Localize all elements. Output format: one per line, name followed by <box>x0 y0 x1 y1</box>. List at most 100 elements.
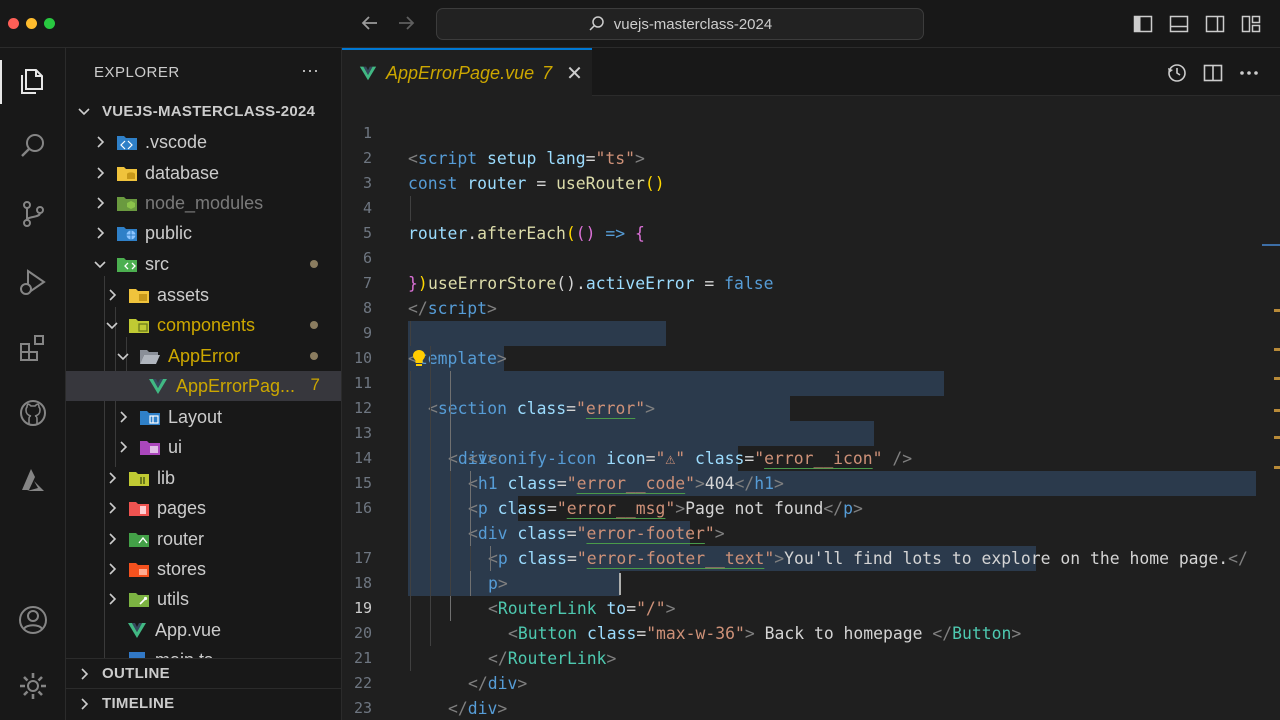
azure-icon[interactable] <box>15 462 51 498</box>
minimize-window-button[interactable] <box>26 18 37 29</box>
command-center-search[interactable]: vuejs-masterclass-2024 <box>436 8 924 40</box>
more-actions-icon[interactable]: ··· <box>301 60 319 81</box>
explorer-title: EXPLORER <box>94 64 180 81</box>
overview-ruler-mark <box>1274 466 1280 469</box>
close-window-button[interactable] <box>8 18 19 29</box>
code-editor[interactable]: 1 <script setup lang="ts"> 2 const route… <box>342 96 1280 720</box>
text-cursor <box>619 573 621 595</box>
tree-folder-vscode[interactable]: .vscode <box>66 127 341 157</box>
tree-folder-utils[interactable]: utils <box>66 584 341 614</box>
code-line: 9 <template> <box>362 324 507 368</box>
stores-folder-icon <box>129 563 149 577</box>
pages-folder-icon <box>129 502 149 516</box>
chevron-right-icon <box>115 439 131 455</box>
extensions-icon[interactable] <box>15 330 51 366</box>
chevron-right-icon <box>115 409 131 425</box>
tree-folder-router[interactable]: router <box>66 524 341 554</box>
zoom-window-button[interactable] <box>44 18 55 29</box>
chevron-right-icon <box>76 666 92 682</box>
vscode-folder-icon <box>117 136 137 150</box>
overview-ruler-mark <box>1274 309 1280 312</box>
tree-file-apperrorpage[interactable]: AppErrorPag... 7 <box>66 371 341 401</box>
chevron-down-icon <box>104 317 120 333</box>
chevron-down-icon <box>115 348 131 364</box>
code-line: 22 </section> <box>342 646 1280 692</box>
database-folder-icon <box>117 167 137 181</box>
problems-badge: 7 <box>310 375 320 394</box>
explorer-sidebar: EXPLORER ··· VUEJS-MASTERCLASS-2024 .vsc… <box>66 48 342 720</box>
code-line: 17 <RouterLink to="/"> <box>342 521 1280 618</box>
vue-file-icon <box>359 66 377 81</box>
source-control-icon[interactable] <box>15 196 51 232</box>
tree-folder-ui[interactable]: ui <box>66 432 341 462</box>
modified-dot <box>310 260 318 268</box>
timeline-history-icon[interactable] <box>1166 62 1188 84</box>
tree-folder-layout[interactable]: Layout <box>66 402 341 432</box>
explorer-icon[interactable] <box>15 63 51 99</box>
code-line-current: 19 </RouterLink> <box>342 571 1280 668</box>
code-line: 23 </template> <box>353 699 372 717</box>
code-line: 3 <box>362 174 372 192</box>
search-text: vuejs-masterclass-2024 <box>613 15 773 33</box>
close-icon[interactable]: ✕ <box>566 61 583 86</box>
node-folder-icon <box>117 197 137 211</box>
lib-folder-icon <box>129 472 149 486</box>
code-line: 11 <div> <box>342 346 1280 468</box>
code-line: 15 <div class="error-footer"> <box>342 446 1280 543</box>
activity-bar <box>0 48 66 720</box>
tree-folder-lib[interactable]: lib <box>66 463 341 493</box>
chevron-right-icon <box>104 470 120 486</box>
chevron-right-icon <box>104 561 120 577</box>
tree-folder-pages[interactable]: pages <box>66 493 341 523</box>
workspace-root-label: VUEJS-MASTERCLASS-2024 <box>102 102 316 120</box>
outline-section[interactable]: OUTLINE <box>66 658 341 688</box>
code-line: 18 <Button class="max-w-36"> Back to hom… <box>342 546 1280 643</box>
toggle-primary-sidebar-icon[interactable] <box>1133 14 1153 34</box>
back-arrow-icon[interactable] <box>358 12 382 36</box>
more-actions-icon[interactable] <box>1238 62 1260 84</box>
search-icon[interactable] <box>15 128 51 164</box>
github-icon[interactable] <box>15 395 51 431</box>
tree-folder-src[interactable]: src <box>66 249 341 279</box>
code-line: 13 <h1 class="error__code">404</h1> <box>342 396 1280 493</box>
code-line: 16 <p class="error-footer__text">You'll … <box>342 471 1280 568</box>
overview-ruler-mark <box>1274 409 1280 412</box>
run-debug-icon[interactable] <box>15 264 51 300</box>
search-icon <box>589 16 604 31</box>
split-editor-icon[interactable] <box>1202 62 1224 84</box>
tree-folder-components[interactable]: components <box>66 310 341 340</box>
ui-folder-icon <box>140 441 160 455</box>
scrollbar-position[interactable] <box>1262 244 1280 246</box>
settings-gear-icon[interactable] <box>15 668 51 704</box>
globe-folder-icon <box>117 227 137 241</box>
code-line-wrapped: p> <box>342 496 1280 593</box>
chevron-down-icon <box>92 256 108 272</box>
customize-layout-icon[interactable] <box>1241 14 1261 34</box>
chevron-right-icon <box>92 134 108 150</box>
tree-folder-apperror[interactable]: AppError <box>66 341 341 371</box>
tab-label: AppErrorPage.vue <box>386 62 535 83</box>
toggle-secondary-sidebar-icon[interactable] <box>1205 14 1225 34</box>
tree-folder-node-modules[interactable]: node_modules <box>66 188 341 218</box>
forward-arrow-icon[interactable] <box>394 12 418 36</box>
tree-file-app-vue[interactable]: App.vue <box>66 615 341 645</box>
code-line: 14 <p class="error__msg">Page not found<… <box>342 421 1280 518</box>
code-line: 10 <section class="error"> <box>342 321 1280 418</box>
workspace-root[interactable]: VUEJS-MASTERCLASS-2024 <box>66 96 341 126</box>
tree-folder-public[interactable]: public <box>66 218 341 248</box>
tree-folder-database[interactable]: database <box>66 158 341 188</box>
code-line: 4 router.afterEach(() => { <box>362 199 645 243</box>
chevron-right-icon <box>104 287 120 303</box>
chevron-right-icon <box>92 165 108 181</box>
tab-apperrorpage[interactable]: AppErrorPage.vue 7 ✕ <box>342 48 592 96</box>
layout-folder-icon <box>140 411 160 425</box>
overview-ruler-mark <box>1274 436 1280 439</box>
tree-folder-stores[interactable]: stores <box>66 554 341 584</box>
account-icon[interactable] <box>15 602 51 638</box>
code-line: 12 <iconify-icon icon="⚠" class="error__… <box>342 371 1280 468</box>
modified-dot <box>310 352 318 360</box>
toggle-panel-icon[interactable] <box>1169 14 1189 34</box>
timeline-section[interactable]: TIMELINE <box>66 688 341 718</box>
tree-folder-assets[interactable]: assets <box>66 280 341 310</box>
code-line: 6 }) <box>362 249 428 293</box>
